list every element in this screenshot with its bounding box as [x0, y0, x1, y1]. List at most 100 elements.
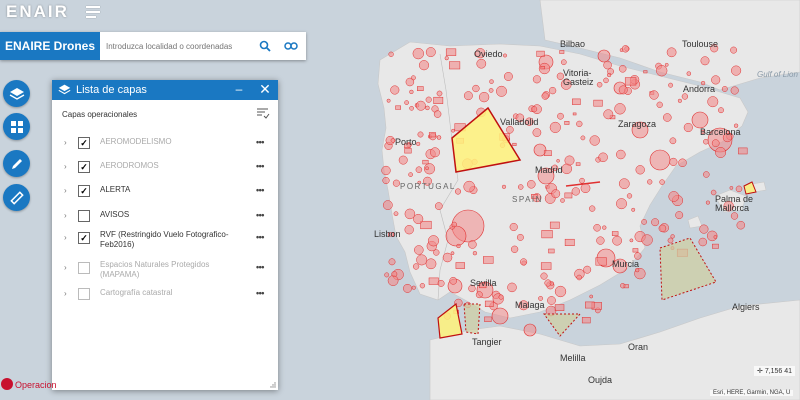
section-label: Capas operacionales	[62, 110, 138, 119]
restricted-zone	[729, 186, 734, 190]
restricted-zone	[564, 155, 575, 166]
layer-checkbox[interactable]: ✓	[78, 185, 90, 197]
filter-list-icon[interactable]	[256, 107, 270, 119]
restricted-zone	[476, 58, 487, 69]
restricted-zone	[699, 224, 709, 234]
layer-row: › ✓ AEROMODELISMO •••	[52, 136, 278, 156]
layer-options-button[interactable]: •••	[256, 288, 264, 298]
restricted-zone	[580, 183, 591, 194]
restricted-zone	[549, 281, 554, 286]
app-name: ENAIRE Drones	[0, 32, 100, 60]
map-label: Malaga	[515, 300, 545, 310]
link-button[interactable]	[280, 36, 302, 56]
restricted-zone	[597, 49, 611, 63]
restricted-zone	[417, 131, 424, 138]
map-label: Bilbao	[560, 39, 586, 49]
layer-options-button[interactable]: •••	[256, 161, 264, 171]
restricted-zone	[677, 98, 682, 103]
restricted-zone	[507, 282, 517, 293]
restricted-zone	[382, 176, 390, 185]
search-icon	[259, 40, 271, 52]
restricted-zone	[437, 279, 445, 287]
restricted-zone	[626, 193, 633, 199]
layer-checkbox[interactable]: ✓	[78, 161, 90, 173]
draw-button[interactable]	[3, 150, 30, 177]
restricted-zone	[418, 60, 430, 71]
restricted-zone	[489, 79, 494, 84]
expand-chevron-icon[interactable]: ›	[64, 162, 67, 171]
expand-chevron-icon[interactable]: ›	[64, 186, 67, 195]
resize-grip-icon[interactable]	[270, 382, 276, 388]
restricted-zone	[381, 165, 391, 176]
coordinates-readout: ✛ 7,156 41	[754, 366, 796, 376]
layer-checkbox[interactable]	[78, 210, 90, 222]
layer-options-button[interactable]: •••	[256, 232, 264, 242]
restricted-zone	[641, 219, 647, 225]
search-bar: ENAIRE Drones	[0, 32, 306, 60]
restricted-zone	[666, 47, 677, 58]
layer-row: › Cartografía catastral •••	[52, 287, 278, 307]
layer-options-button[interactable]: •••	[256, 262, 264, 272]
expand-chevron-icon[interactable]: ›	[64, 211, 67, 220]
expand-chevron-icon[interactable]: ›	[64, 138, 67, 147]
restricted-zone	[564, 192, 573, 199]
restricted-zone	[445, 225, 467, 247]
restricted-zone	[496, 85, 507, 97]
minimize-button[interactable]: –	[232, 82, 246, 96]
restricted-zone	[548, 86, 557, 95]
restricted-zone	[449, 61, 461, 70]
layers-button[interactable]	[3, 80, 30, 107]
expand-chevron-icon[interactable]: ›	[64, 289, 67, 298]
expand-chevron-icon[interactable]: ›	[64, 233, 67, 242]
restricted-zone	[425, 47, 436, 58]
layer-checkbox[interactable]: ✓	[78, 232, 90, 244]
restricted-zone	[595, 257, 607, 266]
map-label: Oujda	[588, 375, 613, 385]
restricted-zone	[589, 294, 594, 299]
restricted-zone	[549, 221, 560, 229]
restricted-zone	[596, 236, 605, 245]
layer-checkbox[interactable]: ✓	[78, 137, 90, 149]
map-label: PORTUGAL	[400, 182, 456, 191]
restricted-zone	[416, 141, 421, 146]
rvf-zone	[463, 303, 481, 335]
layer-options-button[interactable]: •••	[256, 137, 264, 147]
close-button[interactable]: ✕	[258, 81, 272, 98]
restricted-zone	[700, 56, 710, 66]
restricted-zone	[428, 277, 439, 285]
restricted-zone	[434, 202, 443, 210]
restricted-zone	[433, 110, 442, 118]
layer-checkbox[interactable]	[78, 288, 90, 300]
basemap-button[interactable]	[3, 113, 30, 140]
restricted-zone	[411, 285, 416, 290]
restricted-zone	[656, 65, 668, 77]
panel-header: Lista de capas – ✕	[52, 80, 278, 100]
map-label: Zaragoza	[618, 119, 657, 129]
layer-options-button[interactable]: •••	[256, 185, 264, 195]
search-input[interactable]	[102, 36, 255, 56]
restricted-zone	[409, 89, 414, 95]
search-button[interactable]	[254, 36, 276, 56]
restricted-zone	[393, 211, 399, 217]
measure-button[interactable]	[3, 184, 30, 211]
restricted-zone	[523, 323, 537, 337]
restricted-zone	[395, 105, 401, 110]
link-icon	[284, 42, 298, 50]
restricted-zone	[649, 90, 659, 100]
restricted-zone	[410, 75, 416, 81]
restricted-zone	[698, 237, 708, 247]
layer-checkbox[interactable]	[78, 262, 90, 274]
restricted-zone	[472, 251, 478, 256]
map-label: Tangier	[472, 337, 502, 347]
restricted-zone	[412, 47, 424, 60]
restricted-zone	[541, 92, 549, 100]
restricted-zone	[384, 272, 390, 278]
layer-options-button[interactable]: •••	[256, 210, 264, 220]
restricted-zone	[428, 132, 436, 138]
logo-lines-icon	[86, 6, 100, 21]
restricted-zone	[417, 86, 424, 91]
enaire-logo: ENAIR	[6, 2, 69, 21]
restricted-zone	[730, 46, 738, 54]
expand-chevron-icon[interactable]: ›	[64, 263, 67, 272]
restricted-zone	[564, 121, 570, 125]
